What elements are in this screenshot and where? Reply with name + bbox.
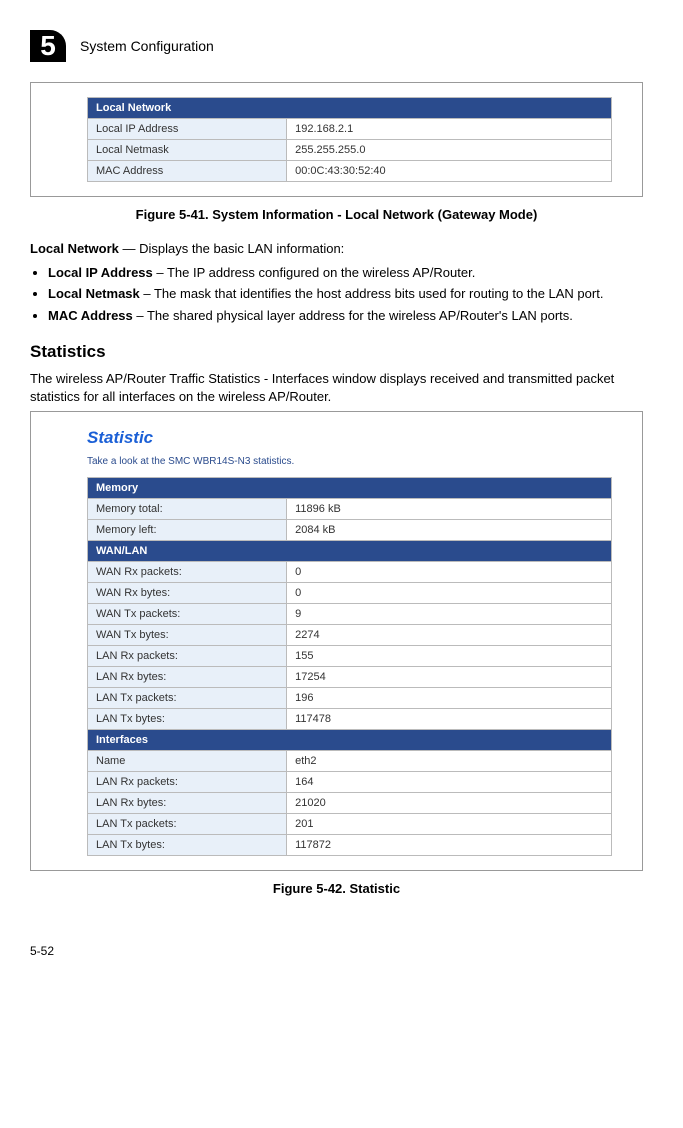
- table-row: LAN Tx bytes:117478: [88, 709, 612, 730]
- row-value: 192.168.2.1: [287, 119, 612, 140]
- table-row: LAN Tx packets:196: [88, 688, 612, 709]
- row-label: LAN Tx bytes:: [88, 835, 287, 856]
- row-label: MAC Address: [88, 161, 287, 182]
- row-value: 196: [287, 688, 612, 709]
- row-label: LAN Rx bytes:: [88, 793, 287, 814]
- row-value: 0: [287, 562, 612, 583]
- interfaces-section-header: Interfaces: [88, 730, 612, 751]
- table-row: LAN Tx packets:201: [88, 814, 612, 835]
- table-row: WAN Tx bytes:2274: [88, 625, 612, 646]
- list-item: MAC Address – The shared physical layer …: [48, 307, 643, 325]
- statistics-heading: Statistics: [30, 342, 643, 362]
- row-value: 9: [287, 604, 612, 625]
- row-label: WAN Tx packets:: [88, 604, 287, 625]
- chapter-title: System Configuration: [80, 38, 214, 54]
- local-network-list: Local IP Address – The IP address config…: [30, 264, 643, 325]
- row-value: 255.255.255.0: [287, 140, 612, 161]
- row-label: Memory left:: [88, 520, 287, 541]
- row-value: 2084 kB: [287, 520, 612, 541]
- table-row: WAN Rx packets:0: [88, 562, 612, 583]
- row-label: WAN Rx packets:: [88, 562, 287, 583]
- row-value: 2274: [287, 625, 612, 646]
- row-value: 117872: [287, 835, 612, 856]
- page-number: 5-52: [30, 944, 643, 958]
- row-label: WAN Tx bytes:: [88, 625, 287, 646]
- table-row: WAN Tx packets:9: [88, 604, 612, 625]
- row-label: LAN Tx packets:: [88, 814, 287, 835]
- table-row: LAN Rx packets:155: [88, 646, 612, 667]
- table-row: Local IP Address 192.168.2.1: [88, 119, 612, 140]
- row-value: 17254: [287, 667, 612, 688]
- row-value: 155: [287, 646, 612, 667]
- local-network-table: Local Network Local IP Address 192.168.2…: [87, 97, 612, 182]
- table-row: LAN Tx bytes:117872: [88, 835, 612, 856]
- item-rest: – The shared physical layer address for …: [133, 308, 573, 323]
- row-label: WAN Rx bytes:: [88, 583, 287, 604]
- row-label: Name: [88, 751, 287, 772]
- row-value: 117478: [287, 709, 612, 730]
- memory-section-header: Memory: [88, 478, 612, 499]
- list-item: Local Netmask – The mask that identifies…: [48, 285, 643, 303]
- row-label: Memory total:: [88, 499, 287, 520]
- row-label: LAN Tx packets:: [88, 688, 287, 709]
- row-value: 21020: [287, 793, 612, 814]
- row-value: 0: [287, 583, 612, 604]
- table-row: LAN Rx packets:164: [88, 772, 612, 793]
- row-label: LAN Tx bytes:: [88, 709, 287, 730]
- row-label: LAN Rx bytes:: [88, 667, 287, 688]
- row-label: LAN Rx packets:: [88, 646, 287, 667]
- row-value: 201: [287, 814, 612, 835]
- row-label: Local IP Address: [88, 119, 287, 140]
- table-row: WAN Rx bytes:0: [88, 583, 612, 604]
- item-bold: Local Netmask: [48, 286, 140, 301]
- figure-41-box: Local Network Local IP Address 192.168.2…: [30, 82, 643, 197]
- table-row: Memory left:2084 kB: [88, 520, 612, 541]
- row-value: 00:0C:43:30:52:40: [287, 161, 612, 182]
- statistic-title: Statistic: [87, 428, 612, 448]
- statistics-intro: The wireless AP/Router Traffic Statistic…: [30, 370, 643, 405]
- statistic-table: Memory Memory total:11896 kB Memory left…: [87, 477, 612, 856]
- item-bold: MAC Address: [48, 308, 133, 323]
- local-network-lead: Local Network — Displays the basic LAN i…: [30, 240, 643, 258]
- item-bold: Local IP Address: [48, 265, 153, 280]
- row-value: eth2: [287, 751, 612, 772]
- page-header: 5 System Configuration: [30, 30, 643, 62]
- table-row: LAN Rx bytes:21020: [88, 793, 612, 814]
- row-value: 164: [287, 772, 612, 793]
- table-row: Local Netmask 255.255.255.0: [88, 140, 612, 161]
- local-network-section-header: Local Network: [88, 98, 612, 119]
- lead-rest: — Displays the basic LAN information:: [119, 241, 344, 256]
- table-row: Memory total:11896 kB: [88, 499, 612, 520]
- figure-42-caption: Figure 5-42. Statistic: [30, 881, 643, 896]
- item-rest: – The IP address configured on the wirel…: [153, 265, 476, 280]
- wanlan-section-header: WAN/LAN: [88, 541, 612, 562]
- table-row: Nameeth2: [88, 751, 612, 772]
- statistic-subtitle: Take a look at the SMC WBR14S-N3 statist…: [87, 456, 612, 467]
- item-rest: – The mask that identifies the host addr…: [140, 286, 604, 301]
- table-row: LAN Rx bytes:17254: [88, 667, 612, 688]
- table-row: MAC Address 00:0C:43:30:52:40: [88, 161, 612, 182]
- row-value: 11896 kB: [287, 499, 612, 520]
- row-label: LAN Rx packets:: [88, 772, 287, 793]
- figure-42-box: Statistic Take a look at the SMC WBR14S-…: [30, 411, 643, 871]
- list-item: Local IP Address – The IP address config…: [48, 264, 643, 282]
- row-label: Local Netmask: [88, 140, 287, 161]
- lead-bold: Local Network: [30, 241, 119, 256]
- figure-41-caption: Figure 5-41. System Information - Local …: [30, 207, 643, 222]
- chapter-number-box: 5: [30, 30, 66, 62]
